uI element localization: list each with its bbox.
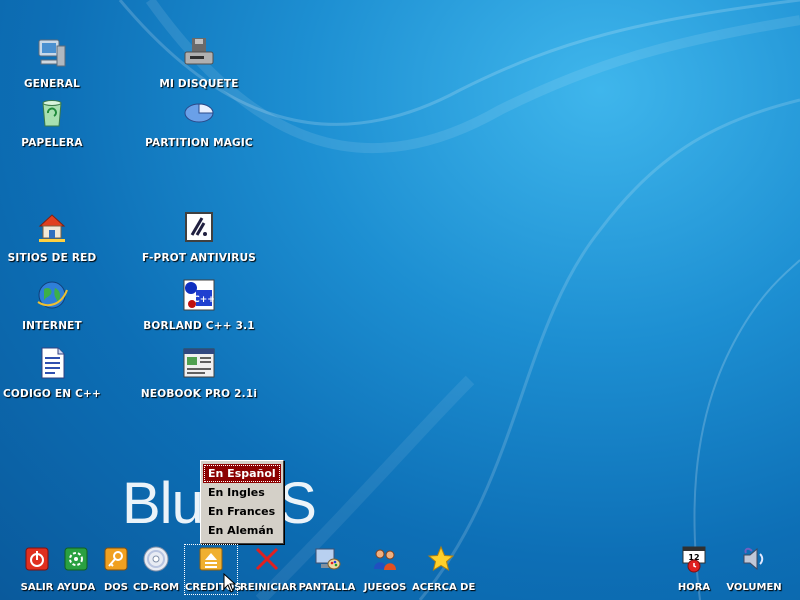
svg-text:C++: C++ [193,295,215,305]
menu-item-espanol[interactable]: En Español [203,464,281,483]
display-paint-icon [315,548,341,570]
desktop-icon-general[interactable]: GENERAL [0,36,112,91]
mouse-cursor-icon [223,573,237,593]
taskbar-hora[interactable]: 12 HORA [676,545,712,594]
taskbar-salir[interactable]: SALIR [20,545,54,594]
taskbar-label: VOLUMEN [726,582,782,593]
taskbar-reiniciar[interactable]: REINICIAR [240,545,297,594]
desktop-icon-partition-magic[interactable]: PARTITION MAGIC [139,95,259,150]
eject-icon [199,547,223,571]
menu-item-ingles[interactable]: En Ingles [203,483,281,502]
menu-item-aleman[interactable]: En Alemán [203,521,281,540]
taskbar-pantalla[interactable]: PANTALLA [298,545,356,594]
partition-pie-icon [184,103,214,123]
power-icon [25,547,49,571]
taskbar-label: AYUDA [57,582,96,593]
document-icon [41,347,65,379]
games-people-icon [374,549,396,570]
taskbar-volumen[interactable]: VOLUMEN [726,545,782,594]
recycle-bin-icon [42,100,62,127]
desktop-icon-label: MI DISQUETE [159,78,239,90]
globe-icon [37,281,68,309]
menu-item-frances[interactable]: En Frances [203,502,281,521]
language-popup-menu: En Español En Ingles En Frances En Alemá… [200,460,284,544]
desktop-icon-neobook-pro[interactable]: NEOBOOK PRO 2.1i [139,346,259,401]
desktop-icon-label: INTERNET [22,320,82,332]
clock-calendar-icon: 12 [682,546,706,573]
desktop-icon-sitios-de-red[interactable]: SITIOS DE RED [0,210,112,265]
desktop-icon-internet[interactable]: INTERNET [0,278,112,333]
taskbar-label: JUEGOS [363,582,407,593]
desktop-icon-f-prot-antivirus[interactable]: F-PROT ANTIVIRUS [139,210,259,265]
taskbar-label: REINICIAR [240,582,297,593]
antivirus-icon [185,212,213,242]
computer-icon [38,39,66,67]
desktop-icon-label: CODIGO EN C++ [3,388,101,400]
speaker-icon [743,547,764,571]
desktop-icon-label: SITIOS DE RED [7,252,97,264]
taskbar-label: ACERCA DE [412,582,476,593]
taskbar-label: SALIR [20,582,54,593]
taskbar-label: CD-ROM [133,582,180,593]
wallpaper-swoosh [118,0,800,600]
taskbar-cd-rom[interactable]: CD-ROM [133,545,179,594]
desktop-icon-label: PARTITION MAGIC [145,137,253,149]
taskbar-label: HORA [677,582,711,593]
window-app-icon [183,348,215,378]
help-icon [64,547,88,571]
desktop-icon-label: F-PROT ANTIVIRUS [141,252,257,264]
floppy-drive-icon [184,38,214,65]
network-house-icon [38,214,66,242]
dos-key-icon [104,547,128,571]
taskbar-dos[interactable]: DOS [102,545,130,594]
taskbar-label: DOS [103,582,128,593]
star-icon [427,545,455,572]
desktop-icon-borland-cpp[interactable]: C++ BORLAND C++ 3.1 [139,278,259,333]
taskbar-acerca-de[interactable]: ACERCA DE [412,545,475,594]
desktop-icon-label: GENERAL [23,78,81,90]
restart-x-icon [255,547,279,571]
desktop-icon-label: BORLAND C++ 3.1 [143,320,255,332]
desktop-icon-label: NEOBOOK PRO 2.1i [140,388,258,400]
taskbar-ayuda[interactable]: AYUDA [57,545,95,594]
cpp-icon: C++ [183,279,215,311]
taskbar-label: PANTALLA [298,582,356,593]
desktop-icon-papelera[interactable]: PAPELERA [0,95,112,150]
cd-icon [143,546,169,572]
desktop-icon-codigo-en-cpp[interactable]: CODIGO EN C++ [0,346,112,401]
taskbar-juegos[interactable]: JUEGOS [362,545,408,594]
desktop-icon-mi-disquete[interactable]: MI DISQUETE [139,36,259,91]
desktop-icon-label: PAPELERA [21,137,83,149]
